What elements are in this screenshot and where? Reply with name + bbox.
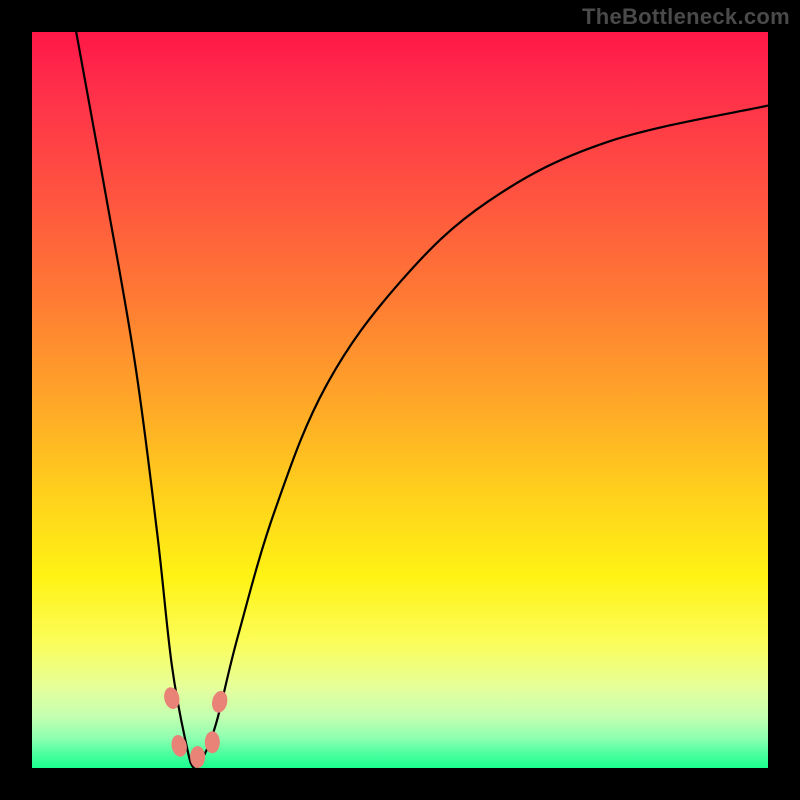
bottleneck-curve	[76, 32, 768, 769]
highlight-dot	[205, 731, 220, 753]
watermark-text: TheBottleneck.com	[582, 4, 790, 30]
highlight-dot	[170, 734, 189, 759]
plot-area	[32, 32, 768, 768]
chart-frame: TheBottleneck.com	[0, 0, 800, 800]
curve-layer	[32, 32, 768, 768]
highlight-dot	[190, 746, 205, 768]
marker-group	[162, 686, 229, 768]
highlight-dot	[210, 689, 229, 714]
